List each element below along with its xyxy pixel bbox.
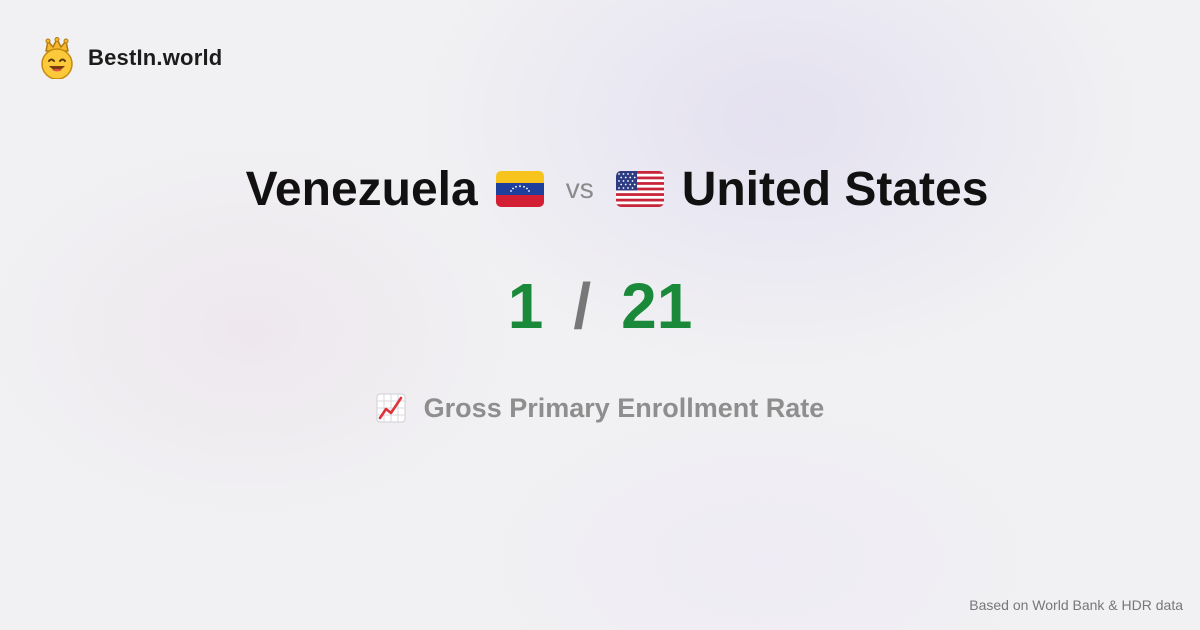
score-comparison: 1 / 21 [0,268,1200,344]
score-separator: / [573,270,592,342]
data-source-note: Based on World Bank & HDR data [969,597,1183,613]
brand-name: BestIn.world [88,45,223,70]
metric-title: Gross Primary Enrollment Rate [0,390,1200,426]
usa-flag-icon [615,171,664,207]
comparison-title: Venezuela vs United States [0,158,1200,220]
metric-label: Gross Primary Enrollment Rate [423,392,825,423]
right-score: 21 [621,270,693,342]
chart-increasing-icon [376,393,406,423]
venezuela-flag-icon [495,171,544,207]
right-country-name: United States [681,162,989,216]
left-country-name: Venezuela [245,162,478,216]
crown-smiley-icon [41,37,73,79]
left-score: 1 [507,270,544,342]
vs-label: vs [565,173,594,204]
brand-logo[interactable]: BestIn.world [38,36,222,80]
